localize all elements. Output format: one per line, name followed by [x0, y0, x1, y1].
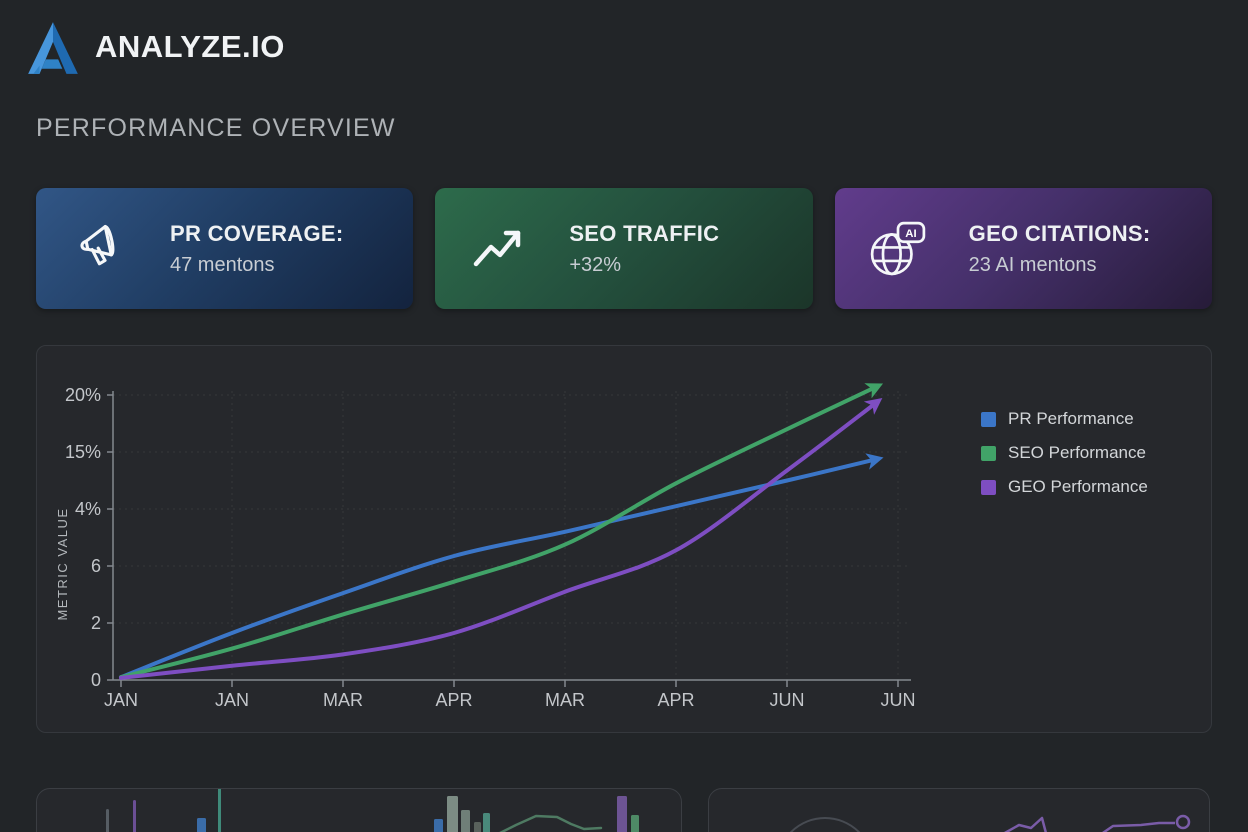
- stat-card-pr-coverage[interactable]: PR COVERAGE: 47 mentons: [36, 188, 413, 309]
- x-tick-label: JUN: [881, 690, 916, 710]
- legend-label: GEO Performance: [1008, 477, 1148, 497]
- legend-item[interactable]: GEO Performance: [981, 470, 1148, 504]
- stat-card-seo-traffic[interactable]: SEO TRAFFIC +32%: [435, 188, 812, 309]
- x-tick-label: APR: [657, 690, 694, 710]
- stat-card-title: PR COVERAGE:: [170, 221, 344, 247]
- y-tick-label: 0: [91, 670, 101, 690]
- dashboard-root: { "brand": { "name": "ANALYZE.IO" }, "pa…: [0, 0, 1248, 832]
- legend-label: SEO Performance: [1008, 443, 1146, 463]
- legend-swatch-icon: [981, 446, 996, 461]
- legend-item[interactable]: PR Performance: [981, 402, 1148, 436]
- trending-up-icon: [469, 220, 527, 278]
- x-tick-label: JAN: [104, 690, 138, 710]
- analyze-logo-icon: [24, 18, 82, 76]
- mini-panel-bars[interactable]: [36, 788, 682, 832]
- globe-ai-icon: AI: [869, 220, 927, 278]
- x-tick-label: JAN: [215, 690, 249, 710]
- mini-bars-svg: [37, 789, 682, 832]
- stat-card-value: +32%: [569, 254, 719, 277]
- x-tick-label: MAR: [323, 690, 363, 710]
- x-tick-label: MAR: [545, 690, 585, 710]
- bottom-panels-row: [36, 788, 1212, 832]
- y-tick-label: 2: [91, 613, 101, 633]
- stat-card-geo-citations[interactable]: AI GEO CITATIONS: 23 AI mentons: [835, 188, 1212, 309]
- brand-title: ANALYZE.IO: [95, 29, 285, 65]
- stat-card-text: SEO TRAFFIC +32%: [569, 221, 719, 277]
- series-line: [121, 402, 877, 678]
- legend-swatch-icon: [981, 412, 996, 427]
- mini-line-svg: [709, 789, 1210, 832]
- x-tick-label: APR: [435, 690, 472, 710]
- ai-badge-label: AI: [905, 228, 916, 240]
- stat-card-value: 47 mentons: [170, 254, 344, 277]
- x-tick-label: JUN: [770, 690, 805, 710]
- y-axis-title: METRIC VALUE: [55, 507, 70, 620]
- page-title: PERFORMANCE OVERVIEW: [36, 114, 396, 143]
- stat-card-title: GEO CITATIONS:: [969, 221, 1151, 247]
- stat-cards-row: PR COVERAGE: 47 mentons SEO TRAFFIC +32%…: [36, 188, 1212, 309]
- stat-card-title: SEO TRAFFIC: [569, 221, 719, 247]
- y-tick-label: 20%: [65, 385, 101, 405]
- legend-item[interactable]: SEO Performance: [981, 436, 1148, 470]
- stat-card-value: 23 AI mentons: [969, 254, 1151, 277]
- app-header: ANALYZE.IO: [24, 18, 285, 76]
- grid: [113, 391, 911, 680]
- stat-card-text: GEO CITATIONS: 23 AI mentons: [969, 221, 1151, 277]
- y-tick-label: 15%: [65, 442, 101, 462]
- mini-panel-donut-line[interactable]: [708, 788, 1210, 832]
- y-tick-label: 6: [91, 556, 101, 576]
- megaphone-icon: [70, 220, 128, 278]
- stat-card-text: PR COVERAGE: 47 mentons: [170, 221, 344, 277]
- chart-legend: PR Performance SEO Performance GEO Perform…: [981, 402, 1148, 504]
- performance-chart-panel: JAN JAN MAR APR MAR APR JUN JUN 20% 15% 4% 6 2 0 METRI…: [36, 345, 1212, 733]
- y-tick-label: 4%: [75, 499, 101, 519]
- legend-swatch-icon: [981, 480, 996, 495]
- legend-label: PR Performance: [1008, 409, 1134, 429]
